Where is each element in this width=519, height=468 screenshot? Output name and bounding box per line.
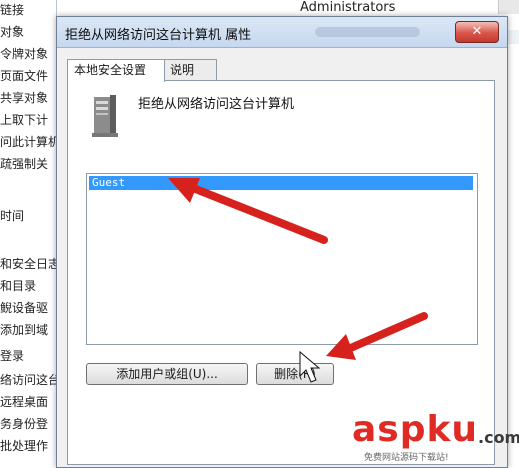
policy-row[interactable]: 上取下计 (0, 110, 48, 130)
policy-row[interactable]: 和安全日志 (0, 254, 58, 274)
policy-row[interactable]: 共享对象 (0, 88, 48, 108)
server-icon (92, 95, 118, 137)
policy-name: 拒绝从网络访问这台计算机 (138, 97, 295, 112)
policy-row[interactable]: 对象 (0, 22, 24, 42)
tab-local-security-setting[interactable]: 本地安全设置 (67, 59, 165, 82)
policy-row[interactable]: 页面文件 (0, 66, 48, 86)
tab-panel: 拒绝从网络访问这台计算机 Guest 添加用户或组(U)... 删除(R) (67, 80, 495, 465)
users-listbox[interactable]: Guest (86, 173, 478, 345)
watermark-suffix: .com (478, 428, 519, 447)
remove-button[interactable]: 删除(R) (256, 363, 334, 385)
dialog-title: 拒绝从网络访问这台计算机 属性 (65, 28, 252, 43)
watermark-brand: aspku (352, 409, 479, 450)
tab-explain[interactable]: 说明 (163, 59, 217, 81)
properties-dialog: 拒绝从网络访问这台计算机 属性 ✕ 本地安全设置 说明 拒绝从网络访问这台计算机… (56, 16, 508, 468)
policy-row[interactable]: 和目录 (0, 276, 36, 296)
watermark-subtitle: 免费网站源码下载站! (364, 453, 449, 463)
policy-row[interactable]: 登录 (0, 346, 24, 366)
policy-row[interactable]: 时间 (0, 206, 24, 226)
add-user-or-group-button[interactable]: 添加用户或组(U)... (86, 363, 248, 385)
scrollbar[interactable] (498, 0, 519, 14)
blurred-background-text (315, 27, 420, 37)
background-policy-list: 链接 对象 令牌对象 页面文件 共享对象 上取下计 问此计算机 疏强制关 时间 … (0, 0, 58, 466)
policy-row[interactable]: 问此计算机 (0, 132, 58, 152)
title-bar[interactable]: 拒绝从网络访问这台计算机 属性 ✕ (57, 17, 507, 48)
policy-row[interactable]: 务身份登 (0, 414, 48, 434)
close-button[interactable]: ✕ (455, 21, 499, 43)
policy-row[interactable]: 添加到域 (0, 320, 48, 340)
policy-row[interactable]: 络访问这台 (0, 370, 58, 390)
policy-row[interactable]: 远程桌面 (0, 392, 48, 412)
list-item-guest[interactable]: Guest (89, 176, 473, 190)
policy-row[interactable]: 令牌对象 (0, 44, 48, 64)
policy-row[interactable]: 批处理作 (0, 436, 48, 456)
policy-row[interactable]: 鲵设备驱 (0, 298, 48, 318)
policy-row[interactable]: 疏强制关 (0, 154, 48, 174)
policy-row[interactable]: 链接 (0, 0, 24, 20)
security-setting-column: Administrators (300, 0, 396, 15)
watermark-logo: aspku .com 免费网站源码下载站! (352, 409, 519, 464)
